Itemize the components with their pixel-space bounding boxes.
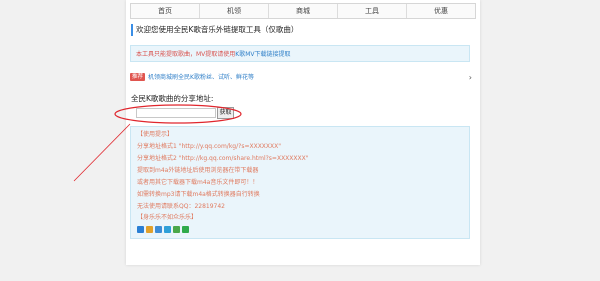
recommend-badge: 推荐 <box>130 73 146 81</box>
share-url-label: 全民K歌歌曲的分享地址: <box>131 94 214 103</box>
tip-line: 分享地址格式2 "http://kg.qq.com/share.html?s=X… <box>137 155 309 162</box>
chevron-right-icon: › <box>468 73 472 82</box>
nav-mall[interactable]: 商城 <box>269 4 338 18</box>
page-container: 首页 机领 商城 工具 优惠 欢迎您使用全民K歌音乐外链提取工具（仅歌曲） 本工… <box>126 0 480 265</box>
promo-row[interactable]: 推荐 机领商城刷全民K歌粉丝、试听、鲜花等 › <box>130 72 472 84</box>
tip-line: 无法使用请联系QQ：22819742 <box>137 203 225 210</box>
notice-text: 本工具只能提取歌曲，MV提取请使用 <box>136 51 236 58</box>
promo-text: 机领商城刷全民K歌粉丝、试听、鲜花等 <box>148 74 254 81</box>
tips-heading: 【使用提示】 <box>137 131 174 138</box>
tip-line: 如需转换mp3请下载m4a格式转换器自行转换 <box>137 191 260 198</box>
tip-line: 提取到m4a外链地址后使用浏览器在带下载器 <box>137 167 259 174</box>
top-nav: 首页 机领 商城 工具 优惠 <box>130 3 476 19</box>
tip-line: 或者用其它下载器下载m4a音乐文件即可！！ <box>137 179 259 186</box>
notice-banner: 本工具只能提取歌曲，MV提取请使用K歌MV下载链接提取 <box>130 45 470 62</box>
renren-icon[interactable] <box>155 226 162 233</box>
wechat-icon[interactable] <box>182 226 189 233</box>
tencent-weibo-icon[interactable] <box>164 226 171 233</box>
qzone-icon[interactable] <box>137 226 144 233</box>
share-url-input[interactable] <box>136 108 216 118</box>
nav-tools[interactable]: 工具 <box>338 4 407 18</box>
douban-icon[interactable] <box>173 226 180 233</box>
tips-footer: 【身乐乐不如众乐乐】 <box>137 214 198 221</box>
share-icons <box>137 226 189 233</box>
nav-home[interactable]: 首页 <box>131 4 200 18</box>
tip-line: 分享地址格式1 "http://y.qq.com/kg/?s=XXXXXXX" <box>137 143 282 150</box>
tips-panel: 【使用提示】 分享地址格式1 "http://y.qq.com/kg/?s=XX… <box>130 126 470 239</box>
get-button[interactable]: 获取 <box>217 107 234 119</box>
page-title: 欢迎您使用全民K歌音乐外链提取工具（仅歌曲） <box>131 24 478 36</box>
nav-deals[interactable]: 优惠 <box>407 4 475 18</box>
pointer-arrow <box>73 123 131 182</box>
weibo-icon[interactable] <box>146 226 153 233</box>
mv-extract-link[interactable]: K歌MV下载链接提取 <box>235 51 290 58</box>
nav-jiling[interactable]: 机领 <box>200 4 269 18</box>
